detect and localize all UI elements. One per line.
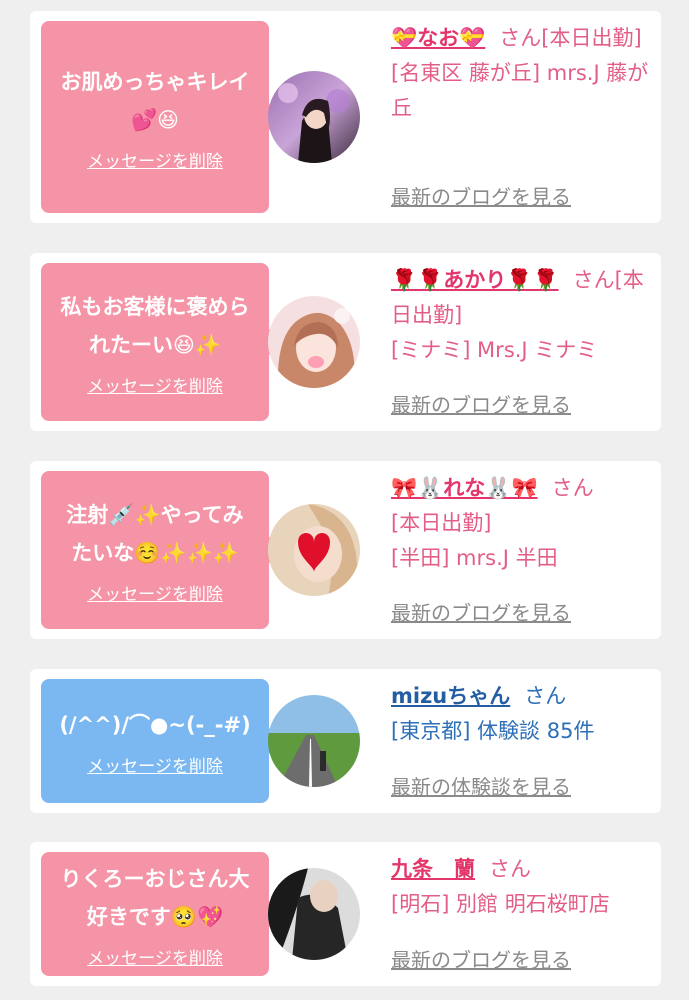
message-card: (/^^)/⌒●~(-_-#) メッセージを削除 mizuちゃん さん [東京都]… <box>30 669 661 813</box>
message-text: (/^^)/⌒●~(-_-#) <box>59 712 251 737</box>
message-text: 注射💉✨やってみたいな☺️✨✨✨ <box>66 502 244 565</box>
delete-message-link[interactable]: メッセージを削除 <box>87 752 223 777</box>
message-text: りくろーおじさん大好きです🥺💖 <box>60 866 250 929</box>
profile-name-link[interactable]: 🎀🐰れな🐰🎀 <box>391 476 538 500</box>
message-card: 注射💉✨やってみたいな☺️✨✨✨ メッセージを削除 🎀🐰れな🐰🎀 さん [本日出勤… <box>30 461 661 639</box>
shop-location: [明石] 別館 明石桜町店 <box>391 892 610 916</box>
message-bubble: 注射💉✨やってみたいな☺️✨✨✨ メッセージを削除 <box>41 471 282 629</box>
latest-blog-link[interactable]: 最新のブログを見る <box>391 944 571 973</box>
delete-message-link[interactable]: メッセージを削除 <box>87 580 223 605</box>
heart-covered-face-avatar-icon <box>268 504 360 596</box>
work-status: [本日出勤] <box>541 26 642 50</box>
honorific: さん <box>572 268 615 292</box>
profile-info: 九条 蘭さん [明石] 別館 明石桜町店 <box>391 852 653 922</box>
latest-blog-link[interactable]: 最新のブログを見る <box>391 389 571 418</box>
shop-location: [名東区 藤が丘] mrs.J 藤が丘 <box>391 61 649 120</box>
honorific: さん <box>499 26 542 50</box>
shop-location: [半田] mrs.J 半田 <box>391 546 558 570</box>
message-card: りくろーおじさん大好きです🥺💖 メッセージを削除 九条 蘭さん [明石] 別館 … <box>30 842 661 986</box>
avatar[interactable] <box>268 868 360 960</box>
latest-review-link[interactable]: 最新の体験談を見る <box>391 771 571 800</box>
profile-info: 🌹🌹あかり🌹🌹 さん[本日出勤] [ミナミ] Mrs.J ミナミ <box>391 263 653 368</box>
message-card: お肌めっちゃキレイ💕😆 メッセージを削除 💝なお💝 さん[本日出勤] [名東区 … <box>30 11 661 223</box>
profile-name-link[interactable]: mizuちゃん <box>391 684 510 708</box>
message-bubble: りくろーおじさん大好きです🥺💖 メッセージを削除 <box>41 852 282 976</box>
message-bubble: 私もお客様に褒められたーい😆✨ メッセージを削除 <box>41 263 282 421</box>
message-text: 私もお客様に褒められたーい😆✨ <box>60 294 250 357</box>
profile-name-link[interactable]: 九条 蘭 <box>391 857 475 881</box>
avatar[interactable] <box>268 71 360 163</box>
latest-blog-link[interactable]: 最新のブログを見る <box>391 181 571 210</box>
shop-location: [ミナミ] Mrs.J ミナミ <box>391 338 598 362</box>
profile-name-link[interactable]: 💝なお💝 <box>391 26 485 50</box>
honorific: さん <box>551 476 594 500</box>
delete-message-link[interactable]: メッセージを削除 <box>87 944 223 969</box>
honorific: さん <box>489 857 531 881</box>
avatar[interactable] <box>268 504 360 596</box>
profile-info: 🎀🐰れな🐰🎀 さん [本日出勤] [半田] mrs.J 半田 <box>391 471 653 576</box>
shop-location: [東京都] 体験談 85件 <box>391 719 595 743</box>
delete-message-link[interactable]: メッセージを削除 <box>87 147 223 172</box>
profile-name-link[interactable]: 🌹🌹あかり🌹🌹 <box>391 268 559 292</box>
message-feed: お肌めっちゃキレイ💕😆 メッセージを削除 💝なお💝 さん[本日出勤] [名東区 … <box>0 0 689 1000</box>
profile-info: mizuちゃん さん [東京都] 体験談 85件 <box>391 679 653 749</box>
latest-blog-link[interactable]: 最新のブログを見る <box>391 597 571 626</box>
work-status: [本日出勤] <box>391 511 492 535</box>
message-bubble: (/^^)/⌒●~(-_-#) メッセージを削除 <box>41 679 282 803</box>
delete-message-link[interactable]: メッセージを削除 <box>87 372 223 397</box>
message-bubble: お肌めっちゃキレイ💕😆 メッセージを削除 <box>41 21 282 213</box>
avatar[interactable] <box>268 695 360 787</box>
woman-photo-avatar-icon <box>268 868 360 960</box>
avatar[interactable] <box>268 296 360 388</box>
honorific: さん <box>524 684 567 708</box>
message-text: お肌めっちゃキレイ💕😆 <box>60 69 250 132</box>
woman-photo-avatar-icon <box>268 71 360 163</box>
road-landscape-avatar-icon <box>268 695 360 787</box>
woman-photo-avatar-icon <box>268 296 360 388</box>
profile-info: 💝なお💝 さん[本日出勤] [名東区 藤が丘] mrs.J 藤が丘 <box>391 21 653 126</box>
message-card: 私もお客様に褒められたーい😆✨ メッセージを削除 🌹🌹あかり🌹🌹 さん[本日出勤]… <box>30 253 661 431</box>
